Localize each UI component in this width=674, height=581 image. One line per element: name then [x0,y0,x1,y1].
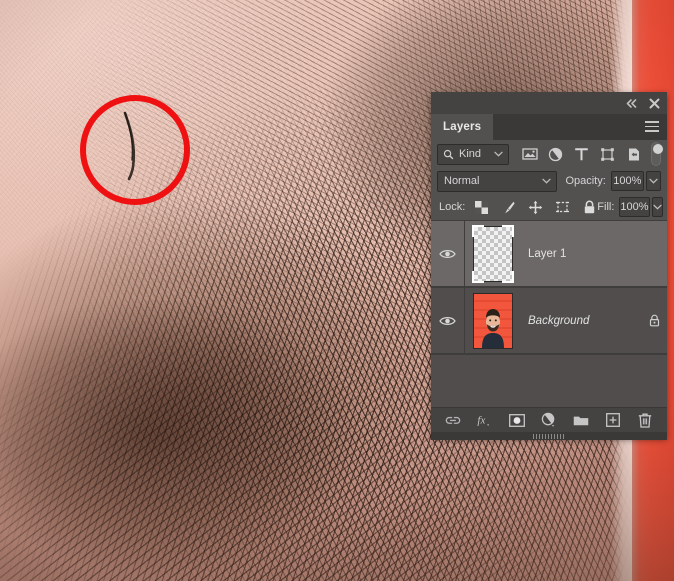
fill-stepper[interactable] [651,197,663,217]
svg-text:fx: fx [477,414,485,426]
chevron-down-icon [542,175,552,187]
filter-kind-select[interactable]: Kind [437,143,510,165]
filter-kind-label: Kind [459,148,482,160]
eye-icon [439,249,456,258]
filter-type-layers-icon[interactable] [573,146,590,163]
layer-filter-row: Kind [431,140,667,168]
panel-titlebar [431,92,667,114]
blend-mode-value: Normal [444,175,480,187]
panel-menu-icon[interactable] [645,121,659,133]
layer-list[interactable]: Layer 1 Background [431,220,667,407]
fill-label: Fill: [597,201,615,213]
tab-layers[interactable]: Layers [431,114,494,140]
add-layer-mask-button[interactable] [509,412,525,428]
layer-visibility-toggle[interactable] [431,315,464,327]
lock-image-pixels-icon[interactable] [501,200,516,215]
panel-tab-strip: Layers [431,114,667,140]
layer-locked-icon [641,314,667,327]
layer-style-fx-button[interactable]: fx [477,412,493,428]
layer-thumbnail-cell[interactable] [464,224,522,283]
search-icon [443,149,454,159]
new-adjustment-layer-button[interactable] [541,412,557,428]
blend-mode-select[interactable]: Normal [437,170,558,192]
filter-smart-objects-icon[interactable] [625,146,642,163]
lock-transparent-pixels-icon[interactable] [474,200,489,215]
blend-mode-row: Normal Opacity: 100% [431,168,667,194]
filter-pixel-layers-icon[interactable] [521,146,538,163]
chevron-down-icon [494,148,503,160]
new-group-folder-button[interactable] [573,412,589,428]
resize-grip-icon[interactable] [533,434,565,439]
table-row[interactable]: Background [431,287,667,354]
opacity-stepper[interactable] [645,171,661,191]
tab-layers-label: Layers [443,121,482,133]
panel-body: Kind Normal Opacity: 100% Lock: Fill: 10… [431,140,667,440]
layer-visibility-toggle[interactable] [431,248,464,260]
lock-artboard-nesting-icon[interactable] [555,200,570,215]
layer-name[interactable]: Background [522,315,641,327]
lock-label: Lock: [439,201,466,213]
layer-thumbnail-photo [473,292,513,349]
opacity-input[interactable]: 100% [610,171,644,191]
fill-input[interactable]: 100% [619,197,650,217]
table-row[interactable]: Layer 1 [431,220,667,287]
red-annotation-circle [80,95,190,205]
layer-list-empty-area [431,354,667,407]
filter-adjustment-layers-icon[interactable] [547,146,564,163]
collapse-to-icons-button[interactable] [625,97,638,110]
panel-resize-strip[interactable] [431,432,667,440]
new-layer-button[interactable] [605,412,621,428]
layers-panel[interactable]: Layers Kind Normal Opacity: 100% Lock: F… [431,92,667,440]
filter-shape-layers-icon[interactable] [599,146,616,163]
lock-row: Lock: Fill: 100% [431,194,667,220]
close-panel-button[interactable] [648,97,661,110]
eye-icon [439,316,456,325]
filter-enable-toggle[interactable] [651,142,663,166]
layer-name[interactable]: Layer 1 [522,248,641,260]
panel-footer-toolbar: fx [431,407,667,432]
layer-thumbnail-transparent [472,224,514,283]
opacity-label: Opacity: [565,175,606,187]
layer-thumbnail-cell[interactable] [464,292,522,349]
lock-position-icon[interactable] [528,200,543,215]
delete-layer-trash-button[interactable] [637,412,653,428]
link-layers-button[interactable] [445,412,461,428]
lock-all-padlock-icon[interactable] [582,200,597,215]
